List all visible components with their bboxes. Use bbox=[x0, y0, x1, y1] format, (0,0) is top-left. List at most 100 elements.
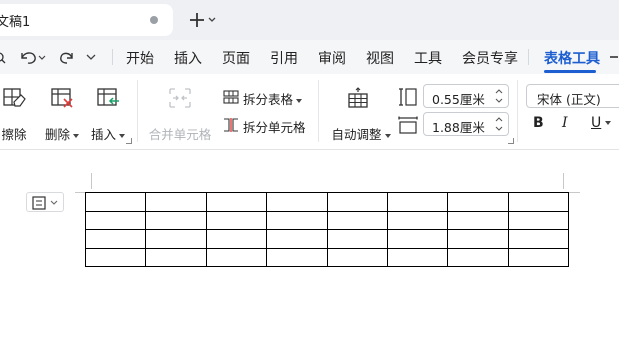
erase-button[interactable]: 擦除 bbox=[0, 84, 34, 144]
autofit-button[interactable]: 自动调整 bbox=[331, 84, 391, 144]
table-row bbox=[84, 192, 570, 212]
delete-table-icon bbox=[51, 88, 73, 108]
split-table-button[interactable]: 拆分表格 bbox=[223, 87, 308, 107]
row-height-icon bbox=[399, 88, 417, 106]
table-cell[interactable] bbox=[447, 210, 509, 230]
ribbon-toolbar: 擦除 删除 插入 合并单元格 拆分表格 拆分单元格 自动调整 0.55厘米 1.… bbox=[0, 74, 619, 150]
italic-button[interactable]: I bbox=[562, 115, 568, 131]
undo-icon[interactable] bbox=[18, 47, 46, 67]
table-cell[interactable] bbox=[266, 192, 328, 212]
table-cell[interactable] bbox=[84, 247, 147, 267]
merge-cells-label: 合并单元格 bbox=[148, 127, 212, 142]
document-area[interactable] bbox=[0, 151, 619, 347]
menu-page[interactable]: 页面 bbox=[222, 48, 250, 68]
menu-insert[interactable]: 插入 bbox=[174, 48, 202, 68]
font-family-select[interactable]: 宋体 (正文) bbox=[526, 84, 619, 108]
active-tab-indicator bbox=[544, 70, 596, 73]
table-cell[interactable] bbox=[205, 192, 268, 212]
column-width-icon bbox=[398, 116, 418, 134]
document-tab-title: 文稿1 bbox=[0, 15, 31, 30]
table-cell[interactable] bbox=[447, 229, 509, 249]
table-cell[interactable] bbox=[326, 229, 388, 249]
table-cell[interactable] bbox=[145, 192, 207, 212]
erase-label: 擦除 bbox=[1, 127, 27, 142]
table-cell[interactable] bbox=[326, 192, 388, 212]
autofit-icon bbox=[348, 87, 368, 108]
document-tab[interactable]: 文稿1 bbox=[0, 4, 173, 36]
table-cell[interactable] bbox=[145, 229, 207, 249]
table-cell[interactable] bbox=[507, 229, 570, 249]
row-height-value: 0.55厘米 bbox=[432, 92, 485, 107]
new-tab-button[interactable] bbox=[176, 7, 216, 33]
table-cell[interactable] bbox=[326, 210, 388, 230]
table-cell[interactable] bbox=[84, 210, 147, 230]
table-cell[interactable] bbox=[386, 192, 449, 212]
menu-divider bbox=[528, 49, 529, 65]
spinner-arrows-icon[interactable] bbox=[494, 115, 504, 133]
merge-cells-icon bbox=[169, 88, 191, 108]
table-cell[interactable] bbox=[266, 229, 328, 249]
table-cell[interactable] bbox=[326, 247, 388, 267]
redo-icon[interactable] bbox=[58, 47, 106, 67]
table-cell[interactable] bbox=[386, 247, 449, 267]
table-cell[interactable] bbox=[266, 247, 328, 267]
delete-label: 删除 bbox=[36, 124, 88, 143]
menu-table-tools[interactable]: 表格工具 bbox=[544, 48, 600, 68]
table-cell[interactable] bbox=[205, 247, 268, 267]
menu-references[interactable]: 引用 bbox=[270, 48, 298, 68]
document-table[interactable] bbox=[84, 192, 570, 267]
merge-cells-button[interactable]: 合并单元格 bbox=[149, 84, 211, 144]
plus-icon bbox=[190, 13, 216, 27]
split-cells-icon bbox=[224, 118, 238, 132]
underline-button[interactable]: U bbox=[591, 115, 612, 131]
table-row bbox=[84, 210, 570, 230]
menu-bar: 开始 插入 页面 引用 审阅 视图 工具 会员专享 表格工具 bbox=[0, 40, 619, 74]
more-tabs-icon[interactable] bbox=[606, 47, 619, 67]
menu-view[interactable]: 视图 bbox=[366, 48, 394, 68]
column-width-value: 1.88厘米 bbox=[432, 120, 485, 135]
split-cells-button[interactable]: 拆分单元格 bbox=[223, 115, 308, 135]
spinner-arrows-icon[interactable] bbox=[494, 87, 504, 105]
delete-button[interactable]: 删除 bbox=[42, 84, 82, 144]
ribbon-divider bbox=[137, 80, 138, 142]
menu-review[interactable]: 审阅 bbox=[318, 48, 346, 68]
bold-button[interactable]: B bbox=[533, 115, 544, 131]
table-cell[interactable] bbox=[205, 210, 268, 230]
tab-strip: 文稿1 bbox=[0, 0, 619, 40]
eraser-icon bbox=[3, 88, 26, 107]
table-cell[interactable] bbox=[145, 210, 207, 230]
table-cell[interactable] bbox=[507, 247, 570, 267]
table-cell[interactable] bbox=[507, 210, 570, 230]
table-move-icon bbox=[32, 196, 58, 210]
menu-member[interactable]: 会员专享 bbox=[462, 48, 518, 68]
table-cell[interactable] bbox=[84, 229, 147, 249]
table-cell[interactable] bbox=[84, 192, 147, 212]
menu-tools[interactable]: 工具 bbox=[414, 48, 442, 68]
print-preview-icon[interactable] bbox=[0, 47, 8, 67]
table-cell[interactable] bbox=[447, 192, 509, 212]
table-cell[interactable] bbox=[386, 210, 449, 230]
table-cell[interactable] bbox=[145, 247, 207, 267]
unsaved-dot-icon[interactable] bbox=[150, 16, 158, 24]
group-launcher-icon[interactable] bbox=[126, 138, 132, 144]
split-cells-label: 拆分单元格 bbox=[243, 120, 306, 135]
font-family-value: 宋体 (正文) bbox=[537, 92, 601, 107]
column-width-stepper[interactable]: 1.88厘米 bbox=[423, 112, 509, 136]
margin-corner-mark bbox=[563, 173, 564, 189]
table-cell[interactable] bbox=[386, 229, 449, 249]
table-cell[interactable] bbox=[447, 247, 509, 267]
split-table-icon bbox=[223, 90, 239, 104]
insert-button[interactable]: 插入 bbox=[88, 84, 128, 144]
table-row bbox=[84, 229, 570, 249]
row-height-stepper[interactable]: 0.55厘米 bbox=[423, 84, 509, 108]
table-handle[interactable] bbox=[26, 192, 64, 212]
split-table-label: 拆分表格 bbox=[243, 89, 303, 108]
margin-corner-mark bbox=[91, 173, 92, 189]
table-cell[interactable] bbox=[507, 192, 570, 212]
table-cell[interactable] bbox=[266, 210, 328, 230]
group-launcher-icon[interactable] bbox=[508, 138, 514, 144]
ribbon-divider bbox=[517, 80, 518, 142]
autofit-label: 自动调整 bbox=[328, 124, 394, 143]
table-cell[interactable] bbox=[205, 229, 268, 249]
menu-home[interactable]: 开始 bbox=[126, 48, 154, 68]
